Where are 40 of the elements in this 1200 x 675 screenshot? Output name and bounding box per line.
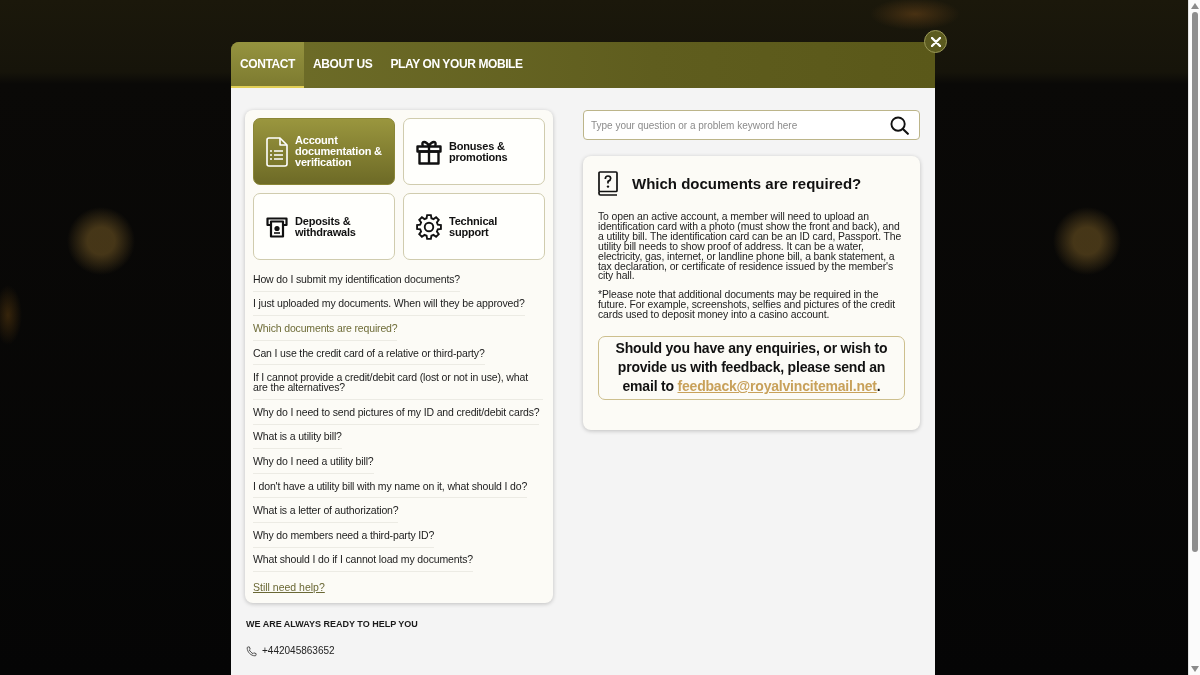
- question-link[interactable]: What is a letter of authorization?: [253, 498, 399, 523]
- category-button[interactable]: Account documentation & verification: [253, 118, 395, 185]
- gift-icon: [416, 138, 442, 165]
- tab[interactable]: CONTACT: [231, 42, 304, 88]
- question-link[interactable]: What is a utility bill?: [253, 424, 342, 450]
- cash-machine-icon: [266, 215, 288, 238]
- category-button[interactable]: Bonuses & promotions: [403, 118, 545, 185]
- search-field[interactable]: Type your question or a problem keyword here: [583, 110, 920, 140]
- question-link[interactable]: I don't have a utility bill with my name on it, what should I do?: [253, 473, 528, 499]
- scroll-down-icon[interactable]: [1190, 666, 1199, 672]
- gear-icon: [416, 213, 442, 240]
- scrollbar-thumb[interactable]: [1191, 12, 1198, 552]
- tab[interactable]: PLAY ON YOUR MOBILE: [381, 42, 532, 88]
- phone-number: +442045863652: [262, 645, 335, 658]
- question-link[interactable]: Why do members need a third-party ID?: [253, 522, 435, 548]
- help-book-icon: [598, 171, 618, 196]
- question-link[interactable]: Which documents are required?: [253, 316, 398, 341]
- answer-title: Which documents are required?: [632, 174, 862, 193]
- scroll-up-icon[interactable]: [1190, 3, 1199, 9]
- question-link[interactable]: How do I submit my identification documents?: [253, 267, 460, 292]
- close-button[interactable]: [924, 30, 947, 53]
- tab[interactable]: ABOUT US: [303, 42, 382, 88]
- scrollbar[interactable]: [1188, 0, 1200, 675]
- help-link[interactable]: Still need help?: [253, 581, 325, 594]
- category-button[interactable]: Deposits & withdrawals: [253, 193, 395, 260]
- question-link[interactable]: Why do I need a utility bill?: [253, 449, 374, 474]
- category-button[interactable]: Technical support: [403, 193, 545, 260]
- question-link[interactable]: I just uploaded my documents. When will they be approved?: [253, 291, 525, 317]
- close-icon: [930, 36, 941, 47]
- document-icon: [266, 136, 288, 167]
- question-link[interactable]: What should I do if I cannot load my documents?: [253, 547, 473, 573]
- search-icon[interactable]: [890, 115, 909, 135]
- question-link[interactable]: If I cannot provide a credit/debit card (lost or not in use), what are the alternatives?: [253, 365, 543, 400]
- question-link[interactable]: Why do I need to send pictures of my ID and credit/debit cards?: [253, 399, 540, 425]
- contact-heading: WE ARE ALWAYS READY TO HELP YOU: [246, 619, 418, 631]
- feedback-note: Should you have any enquiries, or wish to provide us with feedback, please send an email to feedback@royalvincitemail.net.: [598, 336, 905, 401]
- phone-icon: [246, 645, 257, 657]
- answer-paragraph: To open an active account, a member will need to upload an identification card with a photo (must show the front and back), and a utility bill. The identification card can be an ID card, Passport. The utility bill needs to show proof of address. It can be a water, electricity, gas, internet, or landline phone bill, a bank statement, a tax declaration, or certificate of residence issued by the member's city hall.: [598, 212, 903, 282]
- question-link[interactable]: Can I use the credit card of a relative or third-party?: [253, 340, 485, 366]
- answer-paragraph: *Please note that additional documents may be required in the future. For example, screenshots, selfies and pictures of the credit cards used to deposit money into a casino account.: [598, 290, 896, 321]
